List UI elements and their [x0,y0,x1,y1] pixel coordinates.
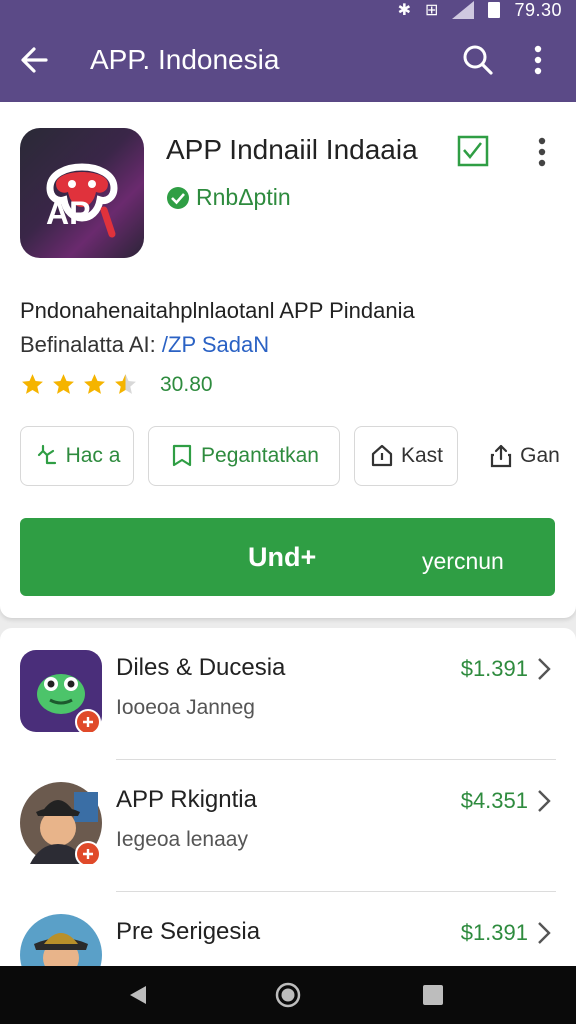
save-button[interactable]: Pegantatkan [148,426,340,486]
page-title: APP. Indonesia [90,44,280,75]
list-item[interactable]: APP Rkigntia Iegeoa lenaay $4.351 [0,760,576,892]
app-developer-line: Befinalatta AI: /ZP SadaN [20,332,269,358]
app-name: APP Indnaiil Indaaia [166,134,418,165]
item-subtitle: Iegeoa lenaay [116,828,248,851]
item-title: Pre Serigesia [116,918,261,945]
item-subtitle: Iooeoa Janneg [116,696,255,719]
item-title: APP Rkigntia [116,786,257,813]
signal-icon [452,1,475,19]
more-vert-icon [538,137,546,167]
status-time: 79.30 [514,0,562,20]
app-description: Pndonahenaitahplnlaotanl APP Pindania [20,298,415,323]
status-bar: ✱ ⊞ 79.30 [0,0,576,20]
bluetooth-icon: ✱ [397,2,412,19]
rating-value: 30.80 [160,372,213,396]
app-more-button[interactable] [524,132,560,172]
item-price: $1.391 [460,920,528,945]
app-logo-icon: AP [46,163,118,238]
bookmark-outline-icon [172,444,192,467]
list-item[interactable]: Pre Serigesia $1.391 [0,892,576,968]
network-icon: ⊞ [425,2,439,19]
item-price: $4.351 [460,788,528,813]
star-half-icon [115,374,136,394]
chevron-right-icon [538,658,551,680]
nav-back-icon[interactable] [126,983,150,1007]
search-icon [463,45,493,75]
install-button[interactable]: Und+ yercnun [20,518,555,596]
nav-home-icon[interactable] [274,981,302,1009]
developer-label: Befinalatta AI: [20,332,156,357]
like-label: Hac a [65,444,121,467]
like-button[interactable]: Hac a [20,426,134,486]
star-full-icon [22,374,43,394]
status-icons: ✱ ⊞ 79.30 [398,0,562,20]
like-hand-icon [37,444,56,465]
save-label: Pegantatkan [201,444,319,467]
app-icon-frog [20,650,102,732]
chevron-right-icon [538,790,551,812]
more-vert-icon [534,45,542,75]
avatar [20,782,102,864]
wishlist-button[interactable] [454,132,492,170]
share-button[interactable]: Gan [472,426,576,486]
overflow-menu-button[interactable] [518,40,558,80]
developer-link[interactable]: /ZP SadaN [162,332,269,357]
share-icon [491,444,512,468]
list-label: Kast [400,444,444,467]
verified-label: RnbΔptin [196,184,291,210]
app-bar: APP. Indonesia [0,20,576,102]
related-apps-list: Diles & Ducesia Iooeoa Janneg $1.391 APP… [0,628,576,968]
share-label: Gan [520,444,560,467]
avatar [20,914,102,968]
system-nav-bar [0,966,576,1024]
rating-row: 30.80 [20,372,213,397]
app-icon-text: AP [46,195,90,231]
list-tag-icon [371,444,393,467]
app-detail-card: AP APP Indnaiil Indaaia RnbΔptin Pndonah… [0,102,576,618]
verified-badge: RnbΔptin [166,184,291,211]
item-price: $1.391 [460,656,528,681]
star-full-icon [84,374,105,394]
app-icon: AP [20,128,144,258]
list-item[interactable]: Diles & Ducesia Iooeoa Janneg $1.391 [0,628,576,760]
install-sub-label: yercnun [422,548,504,574]
search-button[interactable] [458,40,498,80]
chevron-right-icon [538,922,551,944]
back-button[interactable] [16,40,56,80]
list-button[interactable]: Kast [354,426,458,486]
install-label: Und+ [248,542,317,572]
back-arrow-icon [21,47,48,73]
verified-icon [167,186,189,209]
item-title: Diles & Ducesia [116,654,286,681]
bookmark-check-icon [457,135,489,167]
nav-recents-icon[interactable] [422,984,444,1006]
battery-icon [488,2,501,18]
star-full-icon [53,374,74,394]
